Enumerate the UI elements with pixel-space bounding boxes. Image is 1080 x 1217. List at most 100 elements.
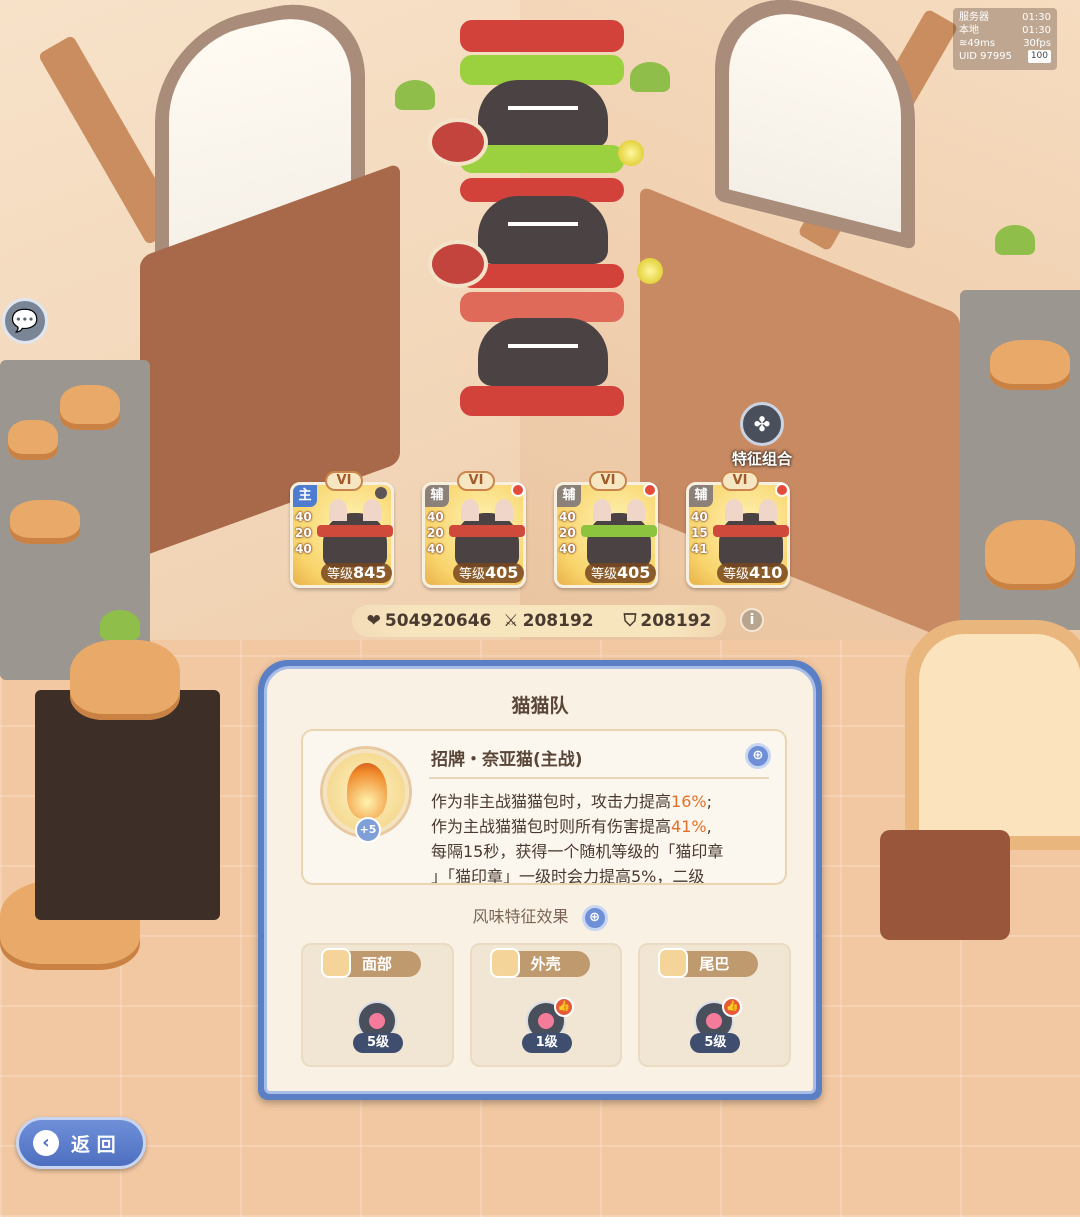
level-value: 405 [617,563,651,582]
cat-bun [478,318,608,386]
team-stats-bar: ❤ 504920646 ⚔ 208192 ⛉ 208192 [352,605,726,637]
trait-tag: 尾巴 [658,948,759,978]
trait-name: 外壳 [530,955,561,973]
skill-description: 作为非主战猫猫包时，攻击力提高16%; 作为主战猫猫包时则所有伤害提高41%, … [431,789,776,885]
desc-text: 每隔15秒，获得一个随机等级的「猫印章 [431,842,724,861]
panel-title: 猫猫队 [511,695,569,717]
desc-text: ; [706,792,712,811]
info-button[interactable]: i [740,608,764,632]
local-label: 本地 [959,25,979,36]
fps-value: 30fps [1023,38,1051,49]
stat-value: 40 [559,510,576,524]
cat-portrait [323,499,387,567]
role-badge: 主 [293,485,317,507]
panel-body: 猫猫队 +5 招牌・奈亚猫(主战) ⊕ 作为非主战猫猫包时，攻击力提高16%; … [264,666,816,1094]
topping-band [581,525,657,537]
server-label: 服务器 [959,12,989,23]
feature-combo-button[interactable]: ✤ 特征组合 [724,402,800,469]
grade-badge: VI [589,471,627,491]
flavor-traits: 面部 5级 外壳 👍 1级 尾巴 👍 5级 [301,943,792,1067]
cat-portrait [719,499,783,567]
local-time: 01:30 [1022,25,1051,36]
trait-card-shell[interactable]: 外壳 👍 1级 [469,943,623,1067]
topping-band [317,525,393,537]
topping-band [449,525,525,537]
desc-highlight: 41% [671,817,707,836]
plant [100,610,140,640]
stat-value: 15 [691,526,708,540]
ping-value: 49ms [967,38,996,49]
thumbs-up-icon: 👍 [722,997,743,1017]
magnifier-icon: ⊕ [589,909,600,925]
trait-card-face[interactable]: 面部 5级 [301,943,454,1067]
flavor-section-label: 风味特征效果 [472,907,569,926]
meat-skewer-icon [428,118,488,166]
level-pill: 等级845 [321,563,393,583]
crossed-swords-icon: ⚔ [503,611,519,631]
skill-zoom-button[interactable]: ⊕ [745,743,771,769]
battery-indicator: 100 [1027,50,1051,63]
chat-button[interactable]: 💬 [2,298,48,344]
stat-value: 41 [691,542,708,556]
desc-text: 作为非主战猫猫包时，攻击力提高 [431,792,672,811]
attack-value: 208192 [522,611,594,631]
skill-icon: +5 [323,749,409,843]
level-pill: 等级410 [717,563,789,583]
trait-card-tail[interactable]: 尾巴 👍 5级 [638,943,792,1067]
desc-text: , [706,817,712,836]
desc-highlight: 16% [671,792,707,811]
trait-level: 5级 [353,1033,403,1053]
stat-value: 40 [691,510,708,524]
cat-team-panel: 猫猫队 +5 招牌・奈亚猫(主战) ⊕ 作为非主战猫猫包时，攻击力提高16%; … [258,660,822,1100]
card-stats: 40 20 40 [427,509,444,557]
trait-name: 面部 [361,955,392,973]
display-case [35,690,220,920]
notification-dot [511,483,525,497]
sauce-layer [460,386,624,416]
level-value: 410 [749,563,783,582]
info-icon: i [749,612,755,628]
role-badge: 辅 [557,485,581,507]
plant [395,80,435,110]
plant [995,225,1035,255]
role-badge: 辅 [689,485,713,507]
stat-value: 20 [295,526,312,540]
desc-text: 作为主战猫猫包时则所有伤害提高 [431,817,672,836]
plant [630,62,670,92]
oven-door [880,830,1010,940]
level-pill: 等级405 [585,563,657,583]
notification-dot [643,483,657,497]
team-card[interactable]: VI 主 40 20 40 等级845 [290,471,394,588]
grade-badge: VI [325,471,363,491]
team-card[interactable]: VI 辅 40 20 40 等级405 [554,471,658,588]
cat-bun-stack [458,0,628,420]
flavor-zoom-button[interactable]: ⊕ [581,904,608,931]
energy-orb [618,140,644,166]
level-value: 405 [485,563,519,582]
meat-skewer-icon [428,240,488,288]
trait-level: 1级 [521,1033,572,1053]
desc-text: 」「猫印章」一级时会力提高5%，二级 [431,867,705,885]
hp-value: 504920646 [384,611,492,631]
tail-icon [658,948,689,978]
stat-value: 40 [559,542,576,556]
team-card[interactable]: VI 辅 40 15 41 等级410 [686,471,790,588]
stat-value: 20 [559,526,576,540]
team-card[interactable]: VI 辅 40 20 40 等级405 [422,471,526,588]
grade-badge: VI [457,471,495,491]
divider [429,777,769,779]
notification-dot [775,483,789,497]
energy-orb [637,258,663,284]
heart-icon: ❤ [366,611,381,631]
level-label: 等级 [327,567,354,582]
card-stats: 40 20 40 [295,509,312,557]
stat-value: 40 [295,510,312,524]
clover-icon: ✤ [740,402,784,446]
chat-bubble-icon: 💬 [11,308,39,334]
signature-skill-box: +5 招牌・奈亚猫(主战) ⊕ 作为非主战猫猫包时，攻击力提高16%; 作为主战… [301,729,787,885]
bread [70,640,180,720]
back-button[interactable]: ‹ 返 回 [16,1117,146,1169]
bread [985,520,1075,590]
role-badge: 辅 [425,485,449,507]
cat-bun [478,80,608,148]
